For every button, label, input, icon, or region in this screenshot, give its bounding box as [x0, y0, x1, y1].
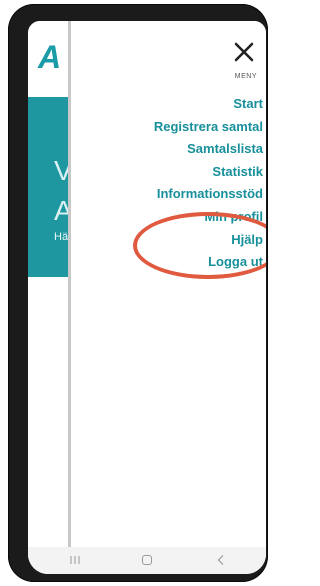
menu-item-hjalp[interactable]: Hjälp — [73, 229, 263, 252]
app-logo: A — [38, 39, 62, 75]
menu-item-min-profil[interactable]: Min profil — [73, 206, 264, 229]
menu-item-statistik[interactable]: Statistik — [73, 161, 263, 184]
menu-item-samtalslista[interactable]: Samtalslista — [73, 138, 263, 161]
system-nav-bar — [28, 547, 266, 574]
menu-drawer: MENY Start Registrera samtal Samtalslist… — [68, 21, 266, 547]
hero-subtitle: Hä — [54, 231, 69, 243]
back-icon — [217, 555, 224, 565]
phone-screen: A V A Hä MENY Start Registrera samtal Sa… — [28, 21, 266, 574]
recent-apps-button[interactable] — [64, 551, 86, 569]
menu-item-logga-ut[interactable]: Logga ut — [73, 251, 263, 274]
close-menu-button[interactable] — [231, 39, 257, 65]
home-button[interactable] — [136, 551, 158, 569]
menu-item-start[interactable]: Start — [73, 93, 263, 116]
menu-item-informationsstod[interactable]: Informationsstöd — [73, 183, 263, 206]
menu-item-registrera-samtal[interactable]: Registrera samtal — [73, 116, 263, 139]
home-icon — [142, 555, 152, 565]
main-menu: Start Registrera samtal Samtalslista Sta… — [73, 93, 263, 274]
phone-frame: A V A Hä MENY Start Registrera samtal Sa… — [8, 4, 268, 582]
close-icon — [234, 42, 254, 62]
recent-apps-icon — [70, 556, 80, 564]
menu-label: MENY — [234, 73, 257, 80]
back-button[interactable] — [210, 551, 232, 569]
